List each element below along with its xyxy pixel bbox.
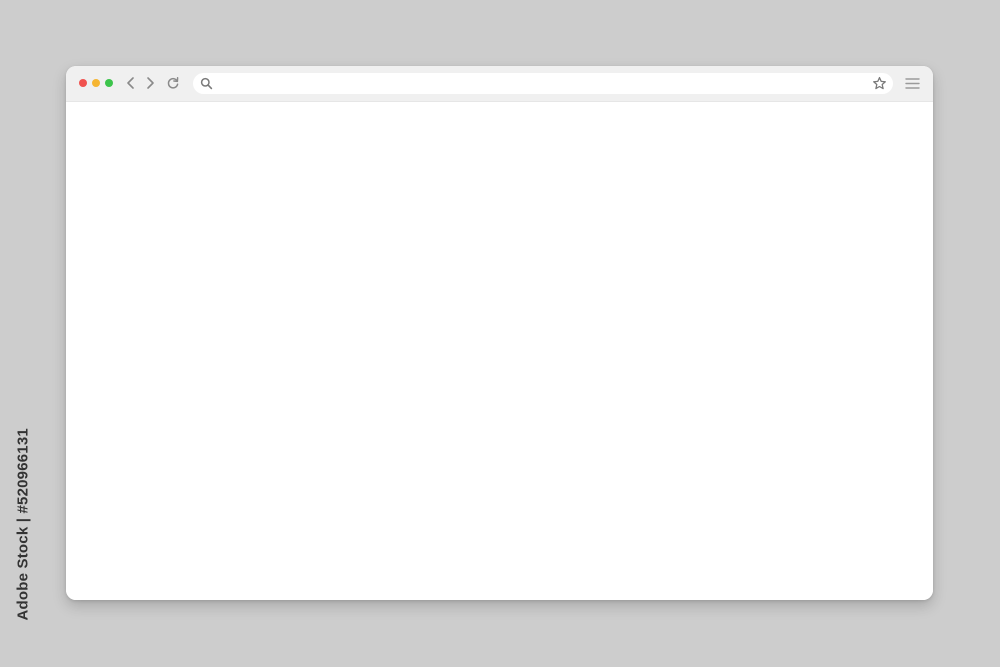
browser-window bbox=[66, 66, 933, 600]
stock-watermark-id: Adobe Stock | #520966131 bbox=[13, 428, 33, 622]
bookmark-star-icon[interactable] bbox=[872, 76, 887, 91]
maximize-window-button[interactable] bbox=[105, 79, 113, 87]
search-icon bbox=[200, 77, 213, 90]
browser-toolbar bbox=[66, 66, 933, 102]
reload-button[interactable] bbox=[164, 74, 182, 92]
stock-id-text: Adobe Stock | #520966131 bbox=[14, 428, 32, 621]
reload-icon bbox=[167, 77, 179, 89]
chevron-left-icon bbox=[127, 77, 134, 89]
url-input[interactable] bbox=[219, 75, 859, 92]
chevron-right-icon bbox=[147, 77, 154, 89]
address-bar[interactable] bbox=[193, 73, 893, 94]
screen-background: Adobe Stock | #520966131 bbox=[0, 0, 1000, 667]
forward-button[interactable] bbox=[141, 74, 159, 92]
close-window-button[interactable] bbox=[79, 79, 87, 87]
hamburger-menu-icon[interactable] bbox=[904, 75, 921, 92]
window-controls bbox=[79, 79, 113, 87]
minimize-window-button[interactable] bbox=[92, 79, 100, 87]
back-button[interactable] bbox=[122, 74, 140, 92]
page-content-area[interactable] bbox=[66, 102, 933, 600]
